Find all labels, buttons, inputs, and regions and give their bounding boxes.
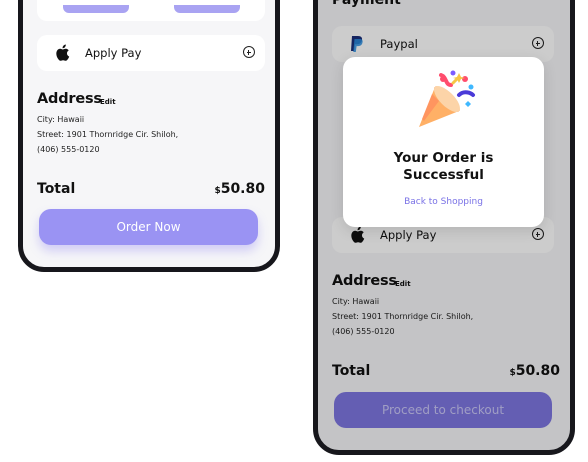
address-street: Street: 1901 Thornridge Cir. Shiloh, xyxy=(37,130,179,139)
address-phone: (406) 555-0120 xyxy=(37,145,100,154)
edit-address-link[interactable]: Edit xyxy=(100,98,116,106)
modal-title: Your Order is Successful xyxy=(393,150,494,183)
total-value: $50.80 xyxy=(214,181,265,197)
order-now-button[interactable]: Order Now xyxy=(39,209,258,245)
add-circle-icon[interactable] xyxy=(243,46,255,58)
address-city: City: Hawaii xyxy=(37,115,85,124)
apple-icon xyxy=(51,42,73,64)
order-success-modal: Your Order is Successful Back to Shoppin… xyxy=(343,57,544,227)
address-title: Address xyxy=(37,91,102,107)
party-popper-icon xyxy=(413,69,477,133)
total-amount: 50.80 xyxy=(220,181,265,197)
phone-left: Apply Pay Address Edit City: Hawaii Stre… xyxy=(18,0,280,272)
payment-option-apple-pay[interactable]: Apply Pay xyxy=(37,35,265,71)
apple-pay-label: Apply Pay xyxy=(85,46,142,60)
card-button-stub[interactable] xyxy=(174,5,240,13)
card-button-stub[interactable] xyxy=(63,5,129,13)
back-to-shopping-link[interactable]: Back to Shopping xyxy=(343,197,544,207)
total-label: Total xyxy=(37,181,76,197)
payment-card-stub xyxy=(37,0,265,21)
